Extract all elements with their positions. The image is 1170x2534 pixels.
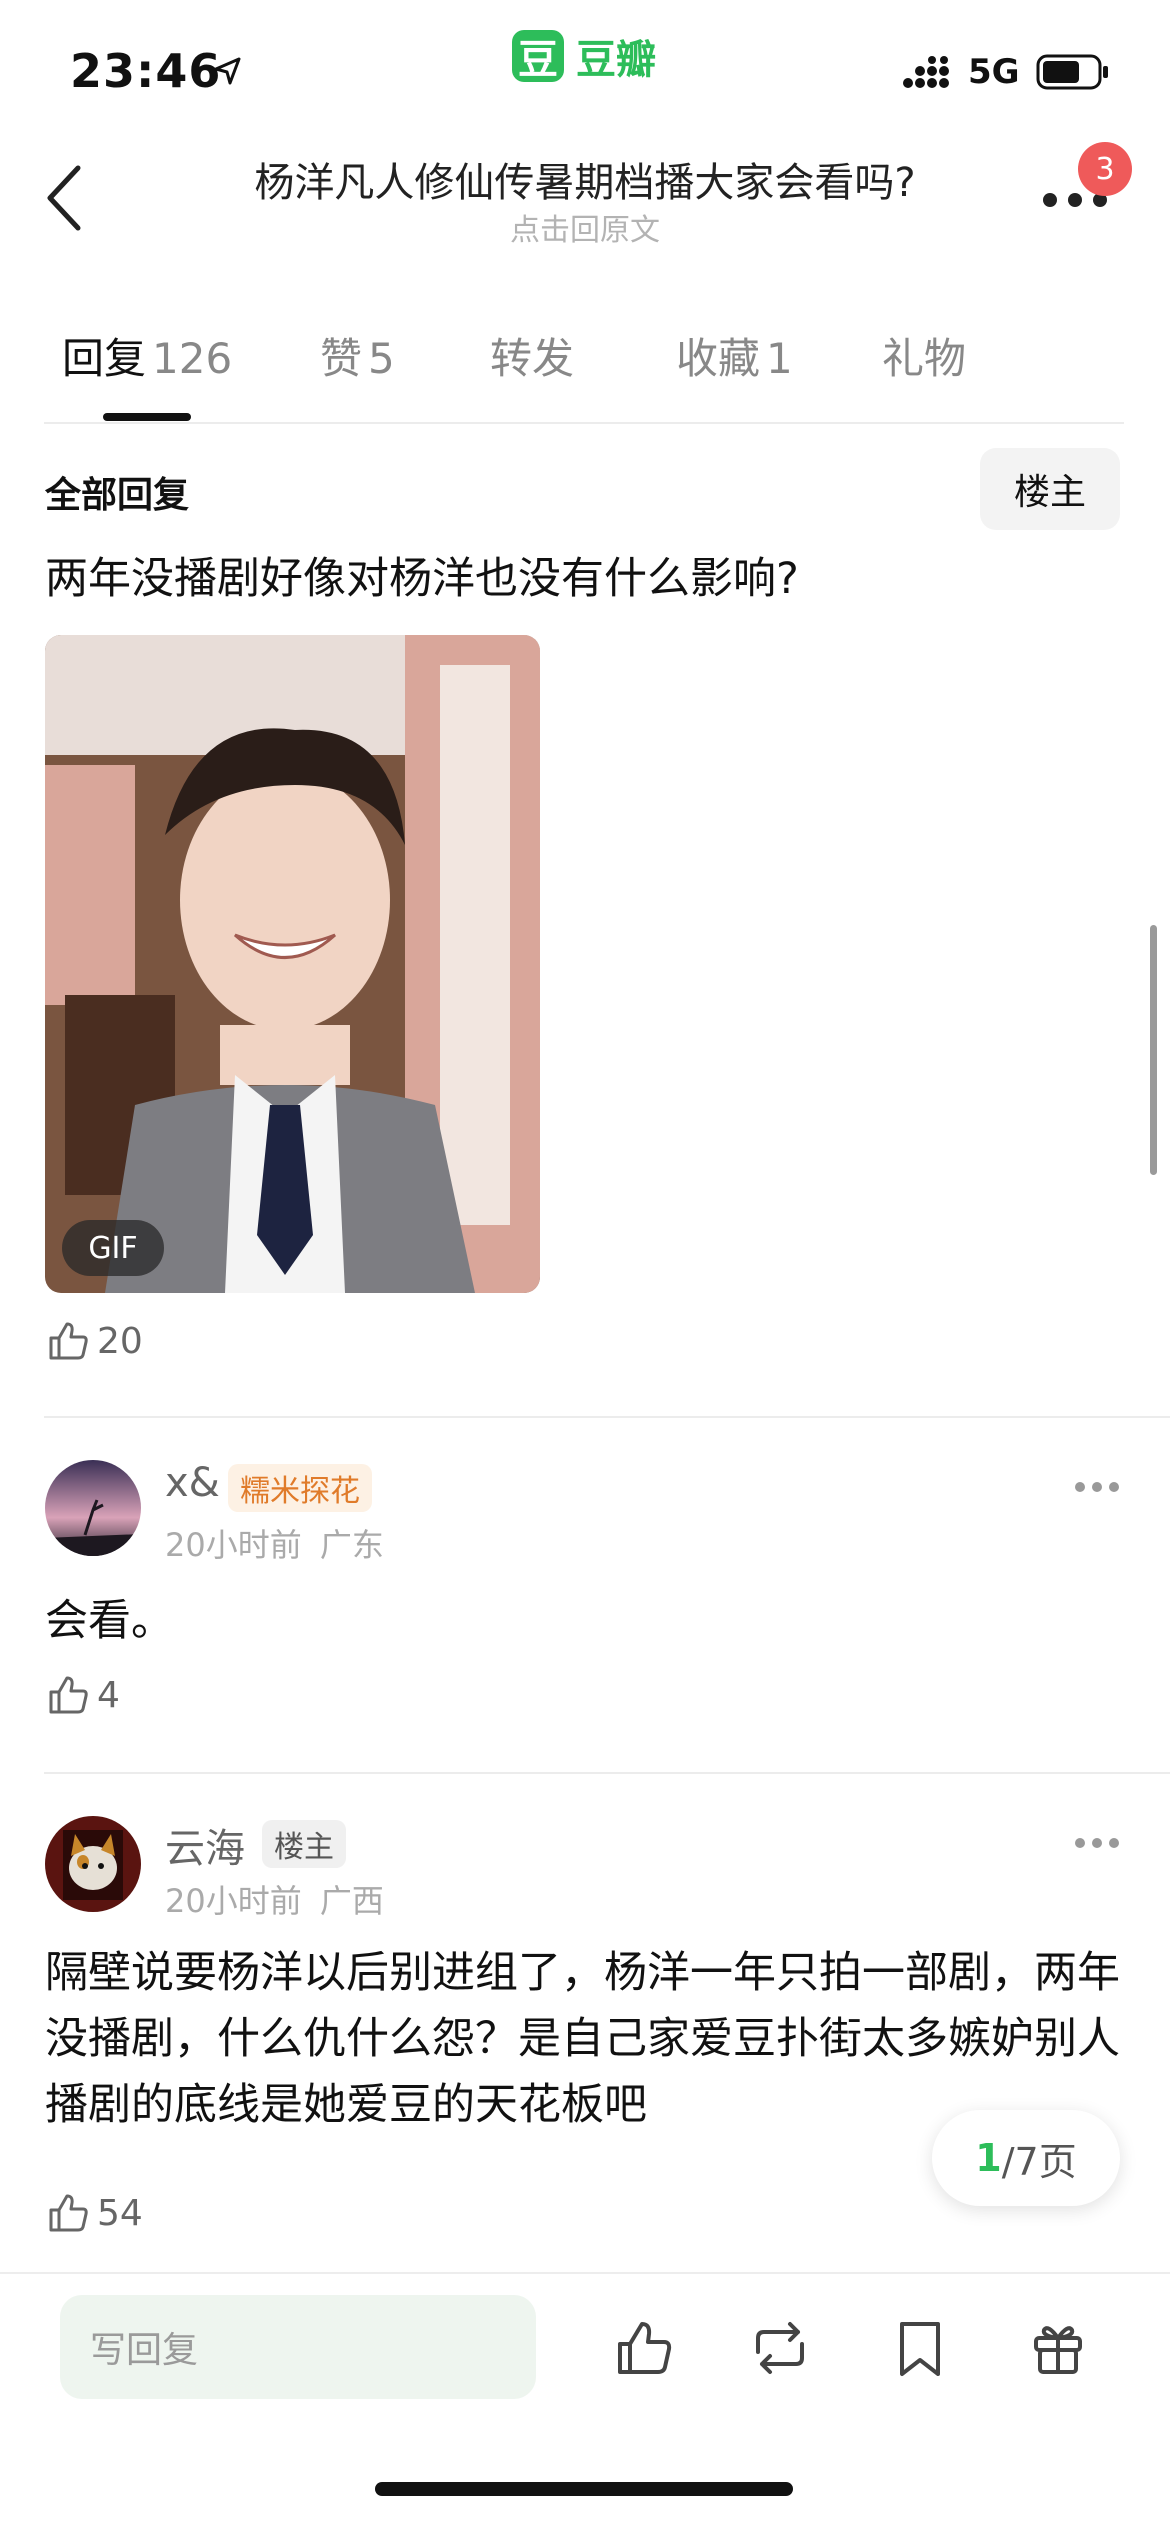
divider <box>44 1772 1170 1774</box>
tab-collections[interactable]: 收藏 1 <box>676 325 793 386</box>
gif-badge: GIF <box>62 1220 164 1276</box>
thumbs-up-icon <box>49 1322 88 1360</box>
like-count: 54 <box>97 2192 143 2234</box>
tab-reposts[interactable]: 转发 <box>490 325 574 386</box>
comment-username[interactable]: x& <box>165 1460 220 1506</box>
avatar[interactable] <box>45 1460 141 1556</box>
like-count: 20 <box>97 1320 143 1362</box>
back-to-original-link[interactable]: 点击回原文 <box>150 205 1020 249</box>
signal-icon <box>903 56 949 88</box>
tab-count: 1 <box>766 334 793 383</box>
divider <box>44 422 1124 424</box>
tab-count: 126 <box>152 334 233 383</box>
repost-icon[interactable] <box>748 2316 812 2380</box>
thumbs-up-icon <box>49 1676 88 1714</box>
back-button[interactable] <box>40 160 90 236</box>
gift-icon[interactable] <box>1026 2316 1090 2380</box>
home-indicator[interactable] <box>375 2482 793 2496</box>
comment-like-button[interactable]: 54 <box>45 2190 143 2236</box>
tab-label: 回复 <box>62 334 147 383</box>
comment-meta: 20小时前 广东 <box>165 1520 384 1566</box>
comment-location: 广西 <box>319 1882 384 1920</box>
comment-text: 隔壁说要杨洋以后别进组了，杨洋一年只拍一部剧，两年没播剧，什么仇什么怨？是自己家… <box>45 1948 1120 2130</box>
comment-text: 会看。 <box>45 1596 174 1646</box>
page-indicator[interactable]: 1/7页 <box>932 2110 1120 2206</box>
tab-label: 礼物 <box>882 334 967 383</box>
tab-likes[interactable]: 赞5 <box>320 325 395 386</box>
douban-logo-icon: 豆 <box>512 30 564 83</box>
divider <box>44 1416 1170 1418</box>
total-pages: /7页 <box>1001 2139 1077 2184</box>
comment-like-button[interactable]: 4 <box>45 1672 120 1718</box>
comment-time: 20小时前 <box>165 1882 302 1920</box>
like-icon[interactable] <box>612 2316 676 2380</box>
scrollbar[interactable] <box>1150 925 1157 1175</box>
avatar[interactable] <box>45 1816 141 1912</box>
tab-label: 收藏 <box>676 334 761 383</box>
tab-label: 赞 <box>320 334 363 383</box>
bookmark-icon[interactable] <box>888 2316 952 2380</box>
post-like-button[interactable]: 20 <box>45 1318 143 1364</box>
page-title: 杨洋凡人修仙传暑期档播大家会看吗? <box>254 160 916 206</box>
tab-bar: 回复 126 赞5 转发 收藏 1 礼物 <box>0 325 1170 425</box>
app-name: 豆瓣 <box>576 37 656 83</box>
tab-replies[interactable]: 回复 126 <box>62 325 232 386</box>
comment-more-icon[interactable] <box>1074 1480 1120 1494</box>
tab-label: 转发 <box>490 334 575 383</box>
post-text: 两年没播剧好像对杨洋也没有什么影响? <box>45 554 799 604</box>
location-arrow-icon <box>214 57 241 85</box>
current-page: 1 <box>975 2136 1002 2180</box>
comment-time: 20小时前 <box>165 1526 302 1564</box>
post-gif-image[interactable] <box>45 635 540 1293</box>
tab-gifts[interactable]: 礼物 <box>882 325 966 386</box>
op-only-filter-button[interactable]: 楼主 <box>980 448 1120 530</box>
active-tab-indicator <box>103 413 191 421</box>
user-tag: 糯米探花 <box>228 1464 372 1512</box>
battery-icon <box>1036 54 1108 90</box>
network-type: 5G <box>968 52 1020 92</box>
status-time: 23:46 <box>70 44 222 98</box>
app-logo: 豆 豆瓣 <box>512 28 656 84</box>
notification-badge: 3 <box>1078 142 1132 196</box>
op-tag: 楼主 <box>262 1820 346 1868</box>
all-replies-label: 全部回复 <box>45 475 190 516</box>
thumbs-up-icon <box>49 2194 88 2232</box>
comment-username[interactable]: 云海 <box>165 1816 245 1874</box>
tab-count: 5 <box>368 334 395 383</box>
reply-input[interactable]: 写回复 <box>60 2295 536 2399</box>
like-count: 4 <box>97 1674 120 1716</box>
comment-location: 广东 <box>319 1526 384 1564</box>
comment-meta: 20小时前 广西 <box>165 1876 384 1922</box>
comment-more-icon[interactable] <box>1074 1836 1120 1850</box>
